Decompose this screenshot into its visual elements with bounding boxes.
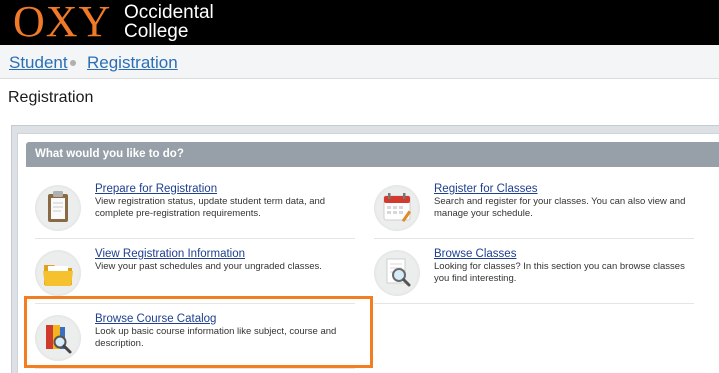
highlight-box (24, 296, 373, 368)
logo-line-1: Occidental (124, 2, 214, 23)
logo-line-2: College (124, 21, 189, 42)
task-divider (35, 368, 355, 369)
view-registration-information-description: View your past schedules and your ungrad… (95, 261, 322, 272)
task-divider (374, 303, 694, 304)
section-header: What would you like to do? (26, 142, 719, 167)
top-banner: OXY Occidental College (0, 0, 719, 45)
page-title: Registration (8, 89, 94, 106)
breadcrumb-registration-link[interactable]: Registration (87, 53, 178, 73)
breadcrumb-student-link[interactable]: Student (9, 53, 68, 73)
folder-icon (35, 250, 81, 296)
magnifier-document-icon (374, 250, 420, 296)
task-prepare-for-registration: Prepare for Registration View registrati… (35, 183, 355, 239)
logo-mark: OXY (13, 0, 112, 46)
calendar-icon (374, 185, 420, 231)
task-divider (35, 238, 355, 239)
view-registration-information-link[interactable]: View Registration Information (95, 248, 245, 260)
task-browse-classes: Browse Classes Looking for classes? In t… (374, 248, 694, 304)
task-register-for-classes: Register for Classes Search and register… (374, 183, 694, 239)
browse-classes-description: Looking for classes? In this section you… (434, 261, 685, 284)
breadcrumb: Student Registration (0, 45, 719, 79)
task-divider (374, 238, 694, 239)
prepare-for-registration-link[interactable]: Prepare for Registration (95, 183, 217, 195)
browse-classes-link[interactable]: Browse Classes (434, 248, 516, 260)
register-for-classes-description: Search and register for your classes. Yo… (434, 196, 686, 219)
prepare-for-registration-description: View registration status, update student… (95, 196, 326, 219)
clipboard-icon (35, 185, 81, 231)
breadcrumb-separator (70, 60, 76, 66)
logo-college-name: Occidental College (124, 3, 214, 41)
register-for-classes-link[interactable]: Register for Classes (434, 183, 538, 195)
